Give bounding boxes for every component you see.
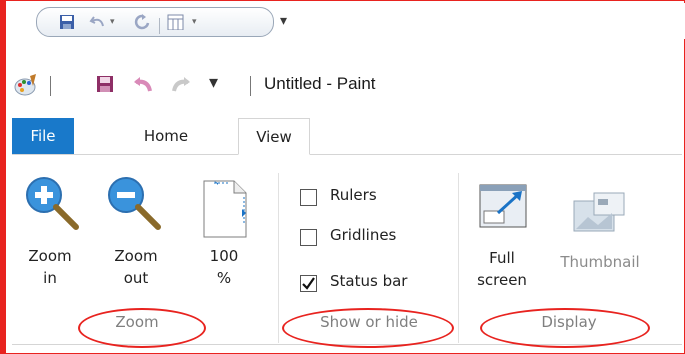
rulers-label: Rulers — [330, 186, 377, 204]
window-title: Untitled - Paint — [264, 74, 376, 93]
full-screen-icon — [479, 184, 527, 228]
annotation-border — [0, 0, 6, 354]
customize-quick-access-icon[interactable]: ▾ — [280, 13, 287, 29]
status-bar-checkbox-box[interactable] — [300, 275, 317, 292]
quick-access-toolbar-top: ▾ ▾ ▾ — [8, 3, 685, 39]
checkmark-icon — [302, 277, 315, 290]
thumbnail-label: Thumbnail — [560, 253, 640, 271]
show-hide-annotation-ellipse — [282, 308, 454, 348]
undo-icon[interactable] — [132, 75, 152, 93]
gridlines-label: Gridlines — [330, 226, 397, 244]
actual-size-label-1: 100 — [209, 247, 239, 265]
window-icon[interactable] — [167, 14, 185, 30]
zoom-out-icon — [108, 177, 161, 230]
zoom-in-icon — [26, 177, 79, 230]
undo-icon[interactable] — [89, 14, 107, 30]
group-divider — [278, 173, 279, 343]
title-bar: ▾ Untitled - Paint — [12, 72, 682, 108]
title-separator — [250, 76, 251, 96]
ribbon-tabs: File Home View — [12, 118, 682, 155]
tab-home[interactable]: Home — [136, 118, 196, 154]
save-icon[interactable] — [59, 14, 75, 30]
display-annotation-ellipse — [480, 308, 650, 348]
actual-size-label-2: % — [216, 269, 232, 287]
redo-icon[interactable] — [172, 75, 192, 93]
rulers-checkbox-box[interactable] — [300, 189, 317, 206]
tab-file[interactable]: File — [12, 118, 74, 154]
tab-view[interactable]: View — [238, 118, 310, 155]
redo-icon[interactable] — [133, 14, 151, 30]
thumbnail-icon — [573, 192, 625, 232]
title-separator — [50, 76, 51, 96]
zoom-annotation-ellipse — [78, 308, 206, 348]
zoom-out-label-1: Zoom — [114, 247, 158, 265]
group-divider — [458, 173, 459, 343]
full-screen-label-1: Full — [489, 249, 515, 267]
toolbar-separator — [159, 18, 160, 34]
undo-dropdown-icon[interactable]: ▾ — [110, 17, 115, 27]
status-bar-label: Status bar — [330, 272, 408, 290]
window-dropdown-icon[interactable]: ▾ — [192, 17, 197, 27]
zoom-in-label-2: in — [43, 269, 57, 287]
customize-quick-access-icon[interactable]: ▾ — [209, 72, 218, 93]
zoom-out-label-2: out — [123, 269, 149, 287]
zoom-in-label-1: Zoom — [28, 247, 72, 265]
paint-palette-icon[interactable] — [14, 74, 38, 96]
full-screen-label-2: screen — [477, 271, 527, 289]
quick-access-pill: ▾ ▾ — [36, 7, 274, 37]
save-icon[interactable] — [96, 75, 114, 93]
gridlines-checkbox-box[interactable] — [300, 229, 317, 246]
page-actual-size-icon — [203, 180, 247, 238]
